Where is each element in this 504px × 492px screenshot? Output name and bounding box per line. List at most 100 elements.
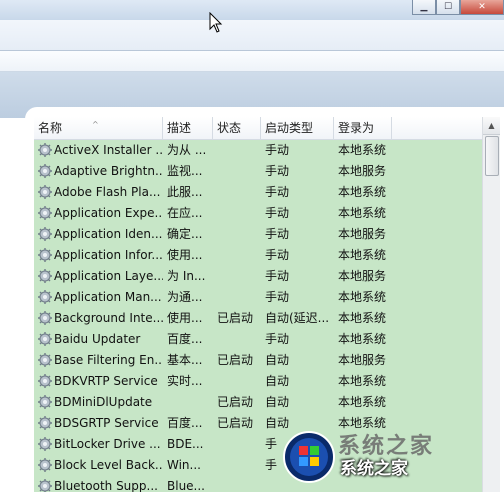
service-description: 百度... xyxy=(167,332,203,346)
service-log-on-as: 本地系统 xyxy=(338,332,387,346)
service-description: 此服... xyxy=(167,185,203,199)
service-log-on-as: 本地系统 xyxy=(338,290,387,304)
service-name: BDSGRTP Service xyxy=(54,416,159,430)
service-row[interactable]: BDKVRTP Service 实时... 自动 本地系统 xyxy=(34,371,482,392)
service-log-on-as: 本地服务 xyxy=(338,353,387,367)
service-description: 为 In... xyxy=(167,269,206,283)
service-description: Blue... xyxy=(167,479,205,492)
service-description: 为从 ... xyxy=(167,143,207,157)
scroll-thumb[interactable] xyxy=(485,136,499,176)
gear-icon xyxy=(38,332,52,346)
service-startup-type: 自动 xyxy=(265,353,290,367)
gear-icon xyxy=(38,437,52,451)
service-startup-type: 手动 xyxy=(265,185,290,199)
minimize-button[interactable]: ▁ xyxy=(412,0,436,15)
service-name: Baidu Updater xyxy=(54,332,141,346)
service-status: 已启动 xyxy=(217,311,254,325)
close-button[interactable]: ✕ xyxy=(460,0,504,15)
service-log-on-as: 本地服务 xyxy=(338,164,387,178)
service-name: BDKVRTP Service xyxy=(54,374,158,388)
service-log-on-as: 本地系统 xyxy=(338,206,387,220)
service-log-on-as: 本地系统 xyxy=(338,395,387,409)
windows-logo-icon xyxy=(283,431,335,483)
service-status: 已启动 xyxy=(217,353,254,367)
gear-icon xyxy=(38,311,52,325)
service-description: 百度... xyxy=(167,416,203,430)
service-row[interactable]: Application Infor... 使用... 手动 本地系统 xyxy=(34,245,482,266)
service-name: Background Inte... xyxy=(54,311,163,325)
service-row[interactable]: BDMiniDlUpdate 已启动 自动 本地系统 xyxy=(34,392,482,413)
service-name: Application Laye... xyxy=(54,269,163,283)
service-description: 确定... xyxy=(167,227,203,241)
service-row[interactable]: Background Inte... 使用... 已启动 自动(延迟... 本地系统 xyxy=(34,308,482,329)
service-log-on-as: 本地系统 xyxy=(338,248,387,262)
service-startup-type: 手动 xyxy=(265,248,290,262)
gear-icon xyxy=(38,164,52,178)
service-row[interactable]: Baidu Updater 百度... 手动 本地系统 xyxy=(34,329,482,350)
service-row[interactable]: Application Expe... 在应... 手动 本地系统 xyxy=(34,203,482,224)
service-row[interactable]: Application Man... 为通... 手动 本地系统 xyxy=(34,287,482,308)
column-header-log-on-as[interactable]: 登录为 xyxy=(334,117,392,139)
service-name: Bluetooth Supp... xyxy=(54,479,158,492)
service-description: Win... xyxy=(167,458,201,472)
gear-icon xyxy=(38,353,52,367)
service-log-on-as: 本地服务 xyxy=(338,227,387,241)
gear-icon xyxy=(38,290,52,304)
gear-icon xyxy=(38,206,52,220)
service-description: 实时... xyxy=(167,374,203,388)
service-startup-type: 自动(延迟... xyxy=(265,311,330,325)
service-startup-type: 手动 xyxy=(265,206,290,220)
address-bar-area xyxy=(0,20,504,51)
maximize-button[interactable]: ☐ xyxy=(436,0,460,15)
service-status: 已启动 xyxy=(217,395,254,409)
service-name: Application Expe... xyxy=(54,206,163,220)
service-row[interactable]: Adobe Flash Pla... 此服... 手动 本地系统 xyxy=(34,182,482,203)
service-description: 在应... xyxy=(167,206,203,220)
gear-icon xyxy=(38,374,52,388)
service-log-on-as: 本地系统 xyxy=(338,185,387,199)
service-row[interactable]: Base Filtering En... 基本... 已启动 自动 本地服务 xyxy=(34,350,482,371)
gear-icon xyxy=(38,185,52,199)
gear-icon xyxy=(38,416,52,430)
service-name: BDMiniDlUpdate xyxy=(54,395,153,409)
gear-icon xyxy=(38,143,52,157)
service-row[interactable]: Application Laye... 为 In... 手动 本地服务 xyxy=(34,266,482,287)
service-name: BitLocker Drive ... xyxy=(54,437,161,451)
service-name: Base Filtering En... xyxy=(54,353,163,367)
service-log-on-as: 本地系统 xyxy=(338,311,387,325)
gear-icon xyxy=(38,227,52,241)
gear-icon xyxy=(38,479,52,492)
service-startup-type: 手动 xyxy=(265,164,290,178)
service-row[interactable]: Adaptive Brightn... 监视... 手动 本地服务 xyxy=(34,161,482,182)
gear-icon xyxy=(38,395,52,409)
column-header-status[interactable]: 状态 xyxy=(213,117,261,139)
service-description: 为通... xyxy=(167,290,203,304)
service-description: 基本... xyxy=(167,353,203,367)
gear-icon xyxy=(38,458,52,472)
column-header-description[interactable]: 描述 xyxy=(163,117,213,139)
scroll-up-button[interactable]: ▲ xyxy=(483,117,500,135)
service-name: Application Infor... xyxy=(54,248,163,262)
service-startup-type: 手动 xyxy=(265,143,290,157)
service-startup-type: 自动 xyxy=(265,395,290,409)
service-startup-type: 自动 xyxy=(265,374,290,388)
service-description: 使用... xyxy=(167,248,203,262)
mouse-pointer-icon xyxy=(209,12,223,33)
service-name: Application Iden... xyxy=(54,227,163,241)
service-name: Block Level Back... xyxy=(54,458,163,472)
column-header-name[interactable]: 名称 ^ xyxy=(34,117,163,139)
column-header-startup-type[interactable]: 启动类型 xyxy=(261,117,334,139)
gear-icon xyxy=(38,269,52,283)
service-description: 使用... xyxy=(167,311,203,325)
service-description: BDE... xyxy=(167,437,204,451)
service-startup-type: 手动 xyxy=(265,227,290,241)
watermark-logo: 系统之家 系统之家 xyxy=(280,424,504,492)
service-row[interactable]: ActiveX Installer ... 为从 ... 手动 本地系统 xyxy=(34,140,482,161)
service-log-on-as: 本地系统 xyxy=(338,374,387,388)
column-header-row: 名称 ^ 描述 状态 启动类型 登录为 xyxy=(34,117,482,140)
service-row[interactable]: Application Iden... 确定... 手动 本地服务 xyxy=(34,224,482,245)
service-name: Adaptive Brightn... xyxy=(54,164,163,178)
window-title-bar: ▁ ☐ ✕ xyxy=(0,0,504,20)
service-startup-type: 手动 xyxy=(265,332,290,346)
menu-bar-area xyxy=(0,51,504,72)
